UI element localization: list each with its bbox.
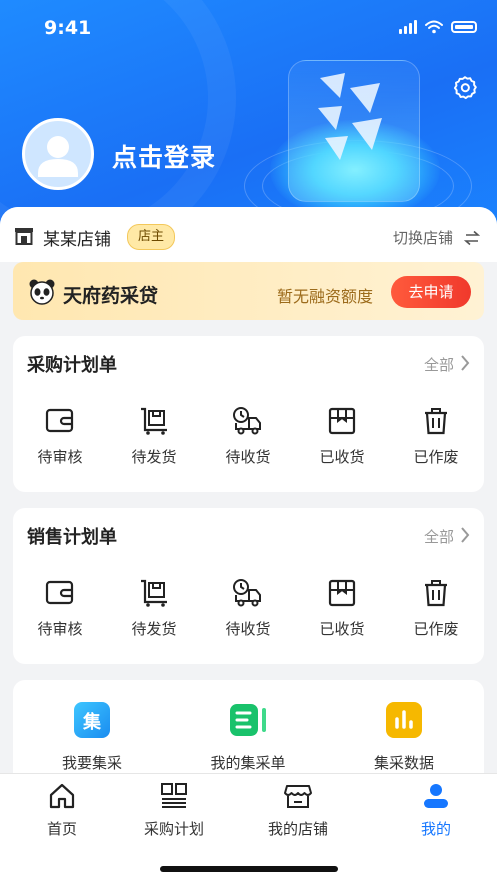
chevron-right-icon[interactable] [460,354,470,372]
tab-label: 我的店铺 [267,820,328,838]
wifi-icon [425,20,443,34]
tool-label: 集采数据 [373,754,434,772]
tool-label: 我要集采 [61,754,122,772]
tab-mine[interactable]: 我的 [386,782,486,839]
sales-plan-all-link[interactable]: 全部 [424,526,454,547]
sales-plan-title: 销售计划单 [27,527,117,548]
tab-my-store[interactable]: 我的店铺 [248,782,348,839]
home-icon [49,783,75,809]
item-label: 待收货 [225,620,271,638]
switch-store-button[interactable]: 切换店铺 [393,227,480,248]
trash-icon [425,408,447,435]
data-chart-icon [386,702,422,738]
item-label: 待收货 [225,448,271,466]
status-icons [399,20,477,34]
store-icon [15,228,33,245]
item-label: 待发货 [131,448,177,466]
purchase-pending-shipment[interactable]: 待发货 [114,406,194,467]
box-icon [328,407,356,435]
cart-box-icon [141,407,167,435]
wallet-icon [45,580,74,605]
swap-icon [463,230,480,246]
tab-label: 采购计划 [143,820,204,838]
item-label: 待审核 [37,620,83,638]
wallet-icon [45,408,74,433]
decoration-logo-icon [318,73,382,160]
purchase-plan-all-link[interactable]: 全部 [424,354,454,375]
truck-clock-icon [233,407,261,435]
switch-store-label: 切换店铺 [393,229,454,247]
group-data-entry[interactable]: 集采数据 [339,702,469,773]
sales-received[interactable]: 已收货 [302,578,382,639]
panda-icon [29,279,55,305]
group-buy-entry[interactable]: 集 我要集采 [27,702,157,773]
apply-button[interactable]: 去申请 [391,276,471,308]
sales-pending-review[interactable]: 待审核 [20,578,100,639]
tab-home[interactable]: 首页 [12,782,112,839]
battery-icon [451,21,477,33]
plan-icon [161,783,187,808]
item-label: 已作废 [413,620,459,638]
purchase-received[interactable]: 已收货 [302,406,382,467]
box-icon [328,579,356,607]
settings-gear-icon[interactable] [452,75,478,101]
user-icon [424,784,448,808]
truck-clock-icon [233,579,261,607]
tab-purchase-plan[interactable]: 采购计划 [124,782,224,839]
sales-pending-receipt[interactable]: 待收货 [208,578,288,639]
sales-plan-card: 销售计划单 全部 待审核 待发货 待收货 已收货 已作废 [13,508,484,664]
home-indicator[interactable] [160,866,338,872]
group-buy-icon-glyph: 集 [83,712,101,733]
chevron-right-icon[interactable] [460,526,470,544]
banner-title: 天府药采贷 [63,285,159,307]
login-link[interactable]: 点击登录 [112,138,216,174]
item-label: 待发货 [131,620,177,638]
purchase-plan-title: 采购计划单 [27,355,117,376]
status-time: 9:41 [44,17,92,39]
default-avatar-icon [38,136,78,177]
role-badge: 店主 [127,224,176,250]
item-label: 已作废 [413,448,459,466]
my-group-orders-entry[interactable]: 我的集采单 [183,702,313,773]
cart-box-icon [141,579,167,607]
purchase-pending-review[interactable]: 待审核 [20,406,100,467]
purchase-pending-receipt[interactable]: 待收货 [208,406,288,467]
sales-pending-shipment[interactable]: 待发货 [114,578,194,639]
tab-label: 首页 [46,820,77,838]
item-label: 已收货 [319,448,365,466]
tool-label: 我的集采单 [210,754,286,772]
item-label: 已收货 [319,620,365,638]
trash-icon [425,580,447,607]
purchase-voided[interactable]: 已作废 [396,406,476,467]
tab-label: 我的 [420,820,451,838]
sales-voided[interactable]: 已作废 [396,578,476,639]
purchase-plan-card: 采购计划单 全部 待审核 待发货 待收货 已收货 已作废 [13,336,484,492]
store-name: 某某店铺 [43,230,111,250]
store-icon [284,785,312,808]
avatar[interactable] [22,118,94,190]
signal-icon [399,20,417,34]
order-list-icon [230,704,266,736]
credit-status: 暂无融资额度 [277,287,374,306]
item-label: 待审核 [37,448,83,466]
group-buy-icon: 集 [74,702,110,738]
